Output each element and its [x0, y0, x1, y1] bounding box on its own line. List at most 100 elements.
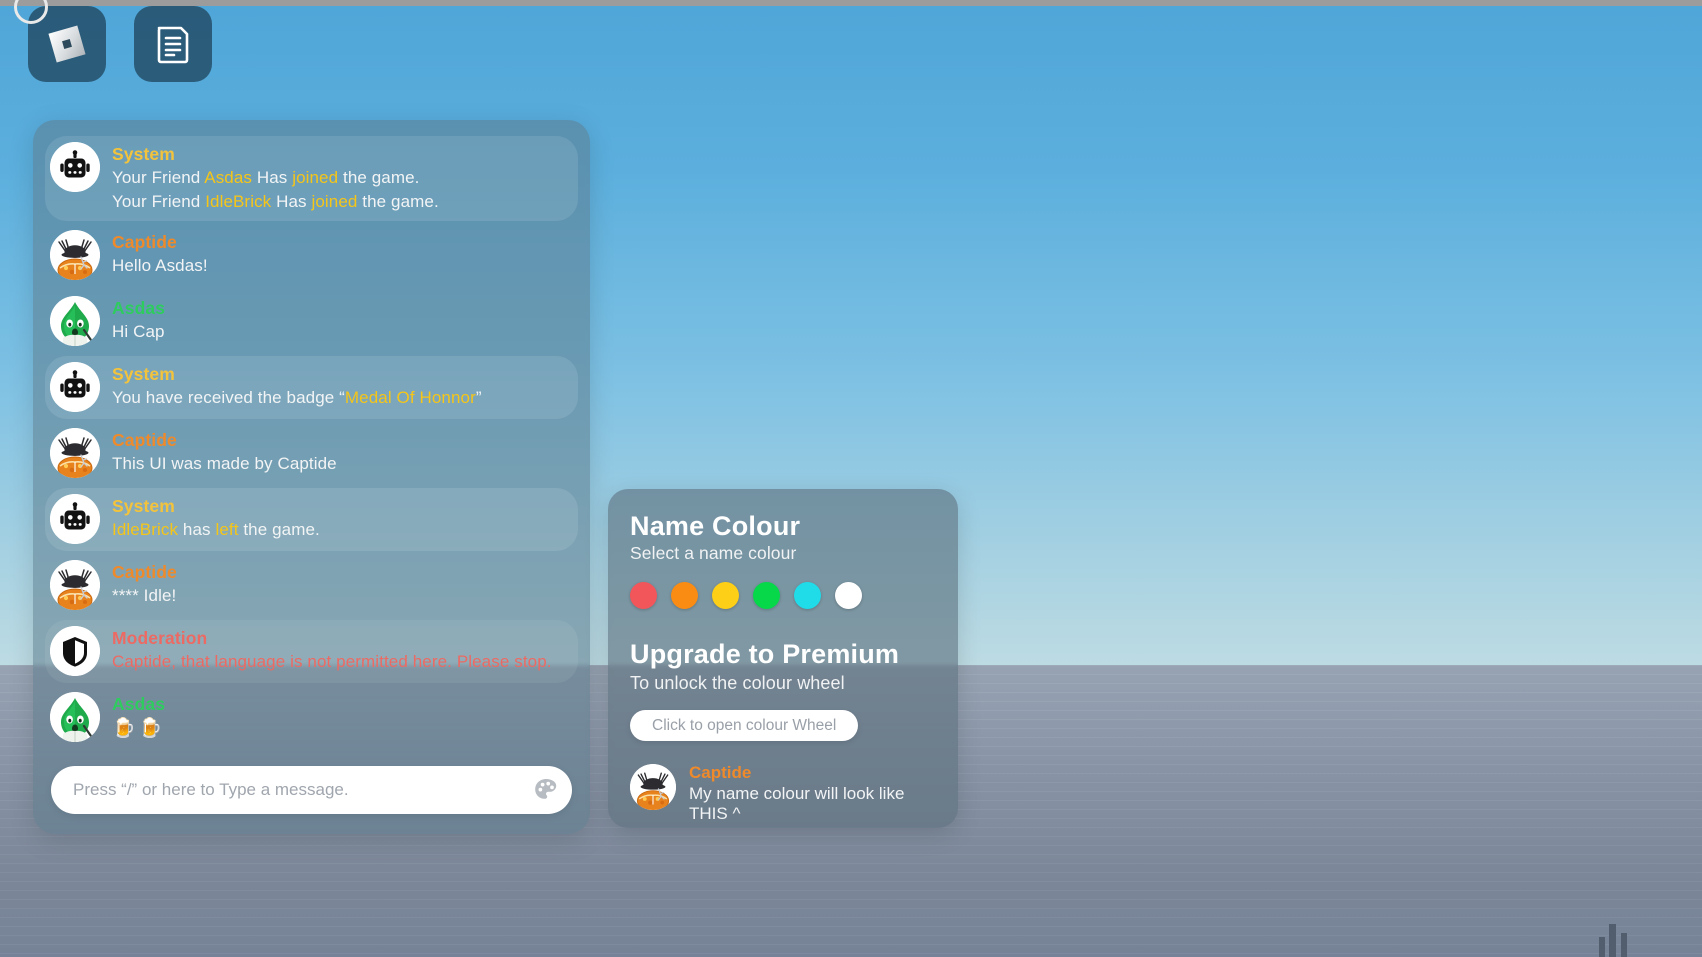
- palette-icon: [535, 779, 557, 799]
- chat-author-name: Captide: [112, 430, 177, 451]
- roblox-logo-icon: [48, 25, 86, 63]
- open-colour-wheel-button[interactable]: Click to open colour Wheel: [630, 710, 859, 742]
- swatch-cyan[interactable]: [794, 582, 821, 610]
- name-colour-preview: Captide My name colour will look like TH…: [630, 763, 936, 824]
- chat-text-segment: Has: [271, 192, 312, 212]
- chat-message: Captide **** Idle!: [45, 554, 578, 617]
- chat-message-line: IdleBrick has left the game.: [112, 518, 320, 542]
- premium-title: Upgrade to Premium: [630, 639, 900, 670]
- colour-swatch-row: [630, 582, 936, 610]
- chat-message: System Your Friend Asdas Has joined the g…: [45, 136, 578, 222]
- top-status-strip: [0, 0, 1702, 6]
- chat-text-segment: This UI was made by Captide: [112, 454, 337, 474]
- chat-message-line: Captide, that language is not permitted …: [112, 650, 552, 674]
- chat-message-text-block: Moderation Captide, that language is not …: [112, 625, 552, 674]
- chat-text-segment: Hi Cap: [112, 322, 165, 342]
- chat-text-segment: 🍺🍺: [112, 718, 166, 740]
- chat-text-segment: the game.: [357, 192, 439, 212]
- avatar: [50, 428, 100, 479]
- avatar: [50, 362, 100, 413]
- chat-message: System IdleBrick has left the game.: [45, 488, 578, 552]
- panel-title: Name Colour: [630, 511, 801, 541]
- swatch-green[interactable]: [753, 582, 780, 610]
- chat-input-row[interactable]: [51, 766, 572, 814]
- name-colour-panel: Name Colour Select a name colour Upgrade…: [608, 489, 958, 828]
- asdas-avatar-icon: [50, 296, 100, 347]
- chat-text-segment: Has: [252, 168, 293, 188]
- chat-message-list[interactable]: System Your Friend Asdas Has joined the g…: [33, 120, 590, 766]
- chat-message-text-block: Captide This UI was made by Captide: [112, 427, 337, 476]
- chat-message: Captide Hello Asdas!: [45, 224, 578, 287]
- chat-text-segment: Asdas: [204, 168, 252, 188]
- chat-text-segment: **** Idle!: [112, 586, 177, 606]
- chat-text-segment: Your Friend: [112, 192, 206, 212]
- swatch-yellow[interactable]: [712, 582, 739, 610]
- shield-moderation-avatar-icon: [50, 626, 100, 677]
- preview-message-text: My name colour will look like THIS ^: [689, 784, 905, 824]
- chat-author-name: Asdas: [112, 298, 166, 319]
- swatch-orange[interactable]: [671, 582, 698, 610]
- chat-text-segment: joined: [311, 192, 358, 212]
- chat-message: Moderation Captide, that language is not …: [45, 620, 578, 684]
- chat-message-line: **** Idle!: [112, 584, 177, 608]
- avatar: [50, 296, 100, 347]
- chat-message-text-block: Captide **** Idle!: [112, 559, 177, 608]
- chat-text-segment: IdleBrick: [205, 192, 272, 212]
- preview-author-name: Captide: [689, 763, 752, 783]
- captide-avatar-icon: [50, 428, 100, 479]
- chat-message-line: You have received the badge “Medal Of Ho…: [112, 386, 482, 410]
- chat-author-name: System: [112, 496, 175, 517]
- chat-message-line: Hello Asdas!: [112, 254, 208, 278]
- asdas-avatar-icon: [50, 692, 100, 743]
- captide-avatar-icon: [630, 764, 676, 811]
- avatar: [50, 494, 100, 545]
- chat-author-name: Captide: [112, 562, 177, 583]
- chat-text-segment: You have received the badge “: [112, 388, 345, 408]
- robot-avatar-icon: [50, 362, 100, 413]
- avatar: [630, 764, 676, 811]
- chat-text-segment: IdleBrick: [112, 520, 179, 540]
- chat-author-name: Moderation: [112, 628, 208, 649]
- chat-document-icon: [157, 26, 189, 64]
- chat-message-text-block: System Your Friend Asdas Has joined the g…: [112, 141, 439, 214]
- chat-message: System You have received the badge “Medal…: [45, 356, 578, 420]
- chat-message-line: Hi Cap: [112, 320, 165, 344]
- chat-author-name: System: [112, 144, 175, 164]
- chat-author-name: Asdas: [112, 694, 166, 715]
- palette-icon-button[interactable]: [528, 772, 564, 808]
- robot-avatar-icon: [50, 494, 100, 545]
- avatar: [50, 230, 100, 281]
- chat-message-text-block: Captide Hello Asdas!: [112, 229, 208, 278]
- chat-text-segment: joined: [292, 168, 339, 188]
- chat-message: Asdas Hi Cap: [45, 290, 578, 353]
- chat-message: Asdas 🍺🍺: [45, 686, 578, 750]
- chat-message-line: This UI was made by Captide: [112, 452, 337, 476]
- avatar: [50, 142, 100, 192]
- avatar: [50, 626, 100, 677]
- chat-text-segment: Your Friend: [112, 168, 205, 188]
- swatch-white[interactable]: [835, 582, 862, 610]
- chat-text-segment: the game.: [338, 168, 420, 188]
- distant-structure: [1597, 920, 1637, 957]
- chat-text-segment: the game.: [238, 520, 320, 540]
- chat-message: Captide This UI was made by Captide: [45, 422, 578, 485]
- premium-subtitle: To unlock the colour wheel: [630, 673, 845, 694]
- captide-avatar-icon: [50, 230, 100, 281]
- chat-author-name: Captide: [112, 232, 177, 253]
- panel-subtitle: Select a name colour: [630, 543, 797, 564]
- chat-text-segment: has: [178, 520, 216, 540]
- chat-document-button[interactable]: [134, 6, 212, 82]
- chat-text-segment: left: [215, 520, 239, 540]
- chat-message-line: 🍺🍺: [112, 716, 165, 743]
- chat-message-text-block: System IdleBrick has left the game.: [112, 493, 320, 542]
- chat-message-line: Your Friend IdleBrick Has joined the gam…: [112, 190, 439, 214]
- avatar: [50, 692, 100, 743]
- chat-message-text-block: Asdas 🍺🍺: [112, 691, 165, 743]
- chat-message-text-block: System You have received the badge “Medal…: [112, 361, 482, 410]
- avatar: [50, 560, 100, 611]
- chat-window: System Your Friend Asdas Has joined the g…: [33, 120, 590, 834]
- chat-message-input[interactable]: [73, 780, 528, 800]
- chat-text-segment: Hello Asdas!: [112, 256, 208, 276]
- swatch-red[interactable]: [630, 582, 657, 610]
- chat-author-name: System: [112, 364, 175, 385]
